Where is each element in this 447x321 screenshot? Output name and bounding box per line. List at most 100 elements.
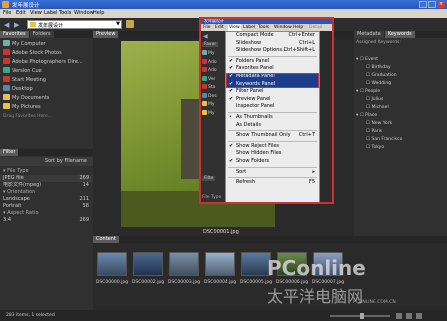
menu-separator	[228, 130, 317, 132]
watermark: PConline 太平洋电脑网 PCONLINE.COM.CN	[265, 256, 445, 306]
view-menu-item[interactable]: • As Thumbnails	[226, 114, 319, 122]
tab-metadata[interactable]: Metadata	[354, 31, 384, 38]
inner-favorite-item[interactable]: My	[202, 50, 217, 59]
filter-row[interactable]: 3:4 269	[0, 217, 93, 224]
favorite-item[interactable]: Start Meeting	[0, 76, 93, 85]
view-menu-item[interactable]: Inspector Panel	[226, 103, 319, 111]
keyword-item[interactable]: ☐ Birthday	[356, 64, 446, 72]
path-field[interactable]: 发年展设计 ▼	[27, 20, 122, 29]
favorite-item[interactable]: My Computer	[0, 40, 93, 49]
tab-preview[interactable]: Preview	[93, 31, 119, 38]
inner-menu-label[interactable]: Label	[243, 24, 255, 31]
inner-menu-view[interactable]: View	[228, 24, 241, 31]
view-menu-item[interactable]: Slideshow Options... Ctrl+Shift+L	[226, 47, 319, 55]
maximize-button[interactable]	[428, 1, 436, 8]
sort-dropdown[interactable]: Sort by Filename	[0, 157, 93, 166]
menu-tools[interactable]: Tools	[59, 10, 71, 16]
view-menu-item[interactable]: ✔ Metadata Panel	[226, 72, 319, 81]
keyword-group[interactable]: ▾ ☐ Place	[356, 112, 446, 120]
menu-view[interactable]: View	[30, 10, 42, 16]
view-thumbs-icon[interactable]	[396, 313, 402, 319]
view-menu-item[interactable]: ✔ Show Reject Files	[226, 143, 319, 151]
back-icon[interactable]: ◀	[4, 21, 9, 29]
close-button[interactable]: ×	[437, 1, 445, 8]
favorite-item[interactable]: My Pictures	[0, 103, 93, 112]
menu-file[interactable]: File	[3, 10, 11, 16]
thumbnail[interactable]	[205, 252, 235, 276]
tab-favorites[interactable]: Favorites	[0, 31, 29, 38]
filter-row[interactable]: 电影文件(mpeg) 14	[0, 182, 93, 189]
tab-filter[interactable]: Filter	[0, 149, 19, 156]
keyword-item[interactable]: ☐ Graduation	[356, 72, 446, 80]
inner-favorite-item[interactable]: My	[202, 101, 217, 110]
inner-favorite-item[interactable]: Ado	[202, 58, 217, 68]
favorite-item[interactable]: My Documents	[0, 94, 93, 103]
view-menu-item[interactable]: As Details	[226, 122, 319, 130]
inner-favorite-item[interactable]: Ado	[202, 67, 217, 76]
inner-menu-tools[interactable]: Tools	[258, 24, 269, 31]
inner-menu-file[interactable]: File	[203, 24, 211, 31]
filter-group-orientation[interactable]: ▾ Orientation	[0, 189, 93, 196]
inner-favorite-item[interactable]: My	[202, 109, 217, 119]
keyword-item[interactable]: ☐ Tokyo	[356, 144, 446, 152]
view-menu-item[interactable]: ✔ Folders Panel	[226, 58, 319, 66]
inner-tab-filter[interactable]: Filte	[202, 176, 216, 181]
filter-row[interactable]: Landscape 211	[0, 196, 93, 203]
up-folder-icon[interactable]	[126, 20, 134, 28]
inner-menu-edit[interactable]: Edit	[215, 24, 224, 31]
inner-favorite-item[interactable]: Sta	[202, 84, 217, 93]
filter-group-filetype[interactable]: ▾ File Type	[0, 168, 93, 175]
keyword-item[interactable]: ☐ New York	[356, 120, 446, 128]
tab-keywords[interactable]: Keywords	[384, 31, 415, 38]
tab-content[interactable]: Content	[93, 236, 119, 243]
menu-item-label: Preview Panel	[236, 95, 271, 102]
keyword-group[interactable]: ▾ ☐ People	[356, 88, 446, 96]
inner-menu-detail[interactable]: Detail	[309, 24, 322, 31]
inner-tab-favorites[interactable]: Favor	[202, 42, 219, 47]
tab-folders[interactable]: Folders	[29, 31, 54, 38]
favorite-item[interactable]: Desktop	[0, 85, 93, 94]
keyword-item[interactable]: ☐ Paris	[356, 128, 446, 136]
keyword-item[interactable]: ☐ San Francisco	[356, 136, 446, 144]
menu-item-label: Show Hidden Files	[236, 150, 282, 157]
thumbnail[interactable]	[133, 252, 163, 276]
view-menu-item[interactable]: Show Thumbnail Only Ctrl+T	[226, 132, 319, 140]
keyword-item[interactable]: ☐ Wedding	[356, 80, 446, 88]
favorite-item[interactable]: Version Cue	[0, 67, 93, 76]
menu-edit[interactable]: Edit	[16, 10, 26, 16]
view-menu-item[interactable]: Sort ▸	[226, 169, 319, 177]
menu-help[interactable]: Help	[93, 10, 104, 16]
minimize-button[interactable]	[419, 1, 427, 8]
favorite-item[interactable]: Adobe Stock Photos	[0, 49, 93, 58]
view-menu-item[interactable]: ✔ Favorites Panel	[226, 65, 319, 73]
view-menu-item[interactable]: Refresh F5	[226, 179, 319, 187]
filter-row[interactable]: Portrait 58	[0, 203, 93, 210]
menu-window[interactable]: Window	[74, 10, 94, 16]
keyword-item[interactable]: ☐ Michael	[356, 104, 446, 112]
filter-group-aspect[interactable]: ▾ Aspect Ratio	[0, 210, 93, 217]
view-list-icon[interactable]	[416, 313, 422, 319]
view-menu-item[interactable]: ✔ Filter Panel	[226, 88, 319, 96]
view-menu-item[interactable]: ✔ Preview Panel	[226, 96, 319, 104]
thumbnail[interactable]	[169, 252, 199, 276]
keyword-group[interactable]: ▾ ☐ Event	[356, 56, 446, 64]
view-menu-item[interactable]: Slideshow Ctrl+L	[226, 40, 319, 48]
filter-row[interactable]: JPEG file 269	[0, 175, 93, 182]
inner-favorite-item[interactable]: Ver	[202, 75, 217, 85]
view-menu-item[interactable]: ✔ Show Folders	[226, 158, 319, 166]
thumbnail[interactable]	[97, 252, 127, 276]
forward-icon[interactable]: ▶	[14, 21, 19, 29]
inner-menu-help[interactable]: Help	[293, 24, 303, 31]
menu-label[interactable]: Label	[44, 10, 58, 16]
view-details-icon[interactable]	[406, 313, 412, 319]
view-menu-item[interactable]: Compact Mode Ctrl+Enter	[226, 32, 319, 40]
view-menu-item[interactable]: ✔ Keywords Panel	[226, 80, 319, 89]
view-menu-item[interactable]: Show Hidden Files	[226, 150, 319, 158]
zoom-handle[interactable]	[360, 313, 364, 319]
inner-favorite-item[interactable]: Des	[202, 92, 217, 102]
keyword-item[interactable]: ☐ Julius	[356, 96, 446, 104]
favorite-item[interactable]: Adobe Photographers Dire...	[0, 58, 93, 67]
inner-menu-window[interactable]: Window	[274, 24, 292, 31]
inner-back-icon[interactable]: ◀	[203, 33, 208, 40]
chevron-down-icon[interactable]: ▼	[116, 21, 120, 27]
